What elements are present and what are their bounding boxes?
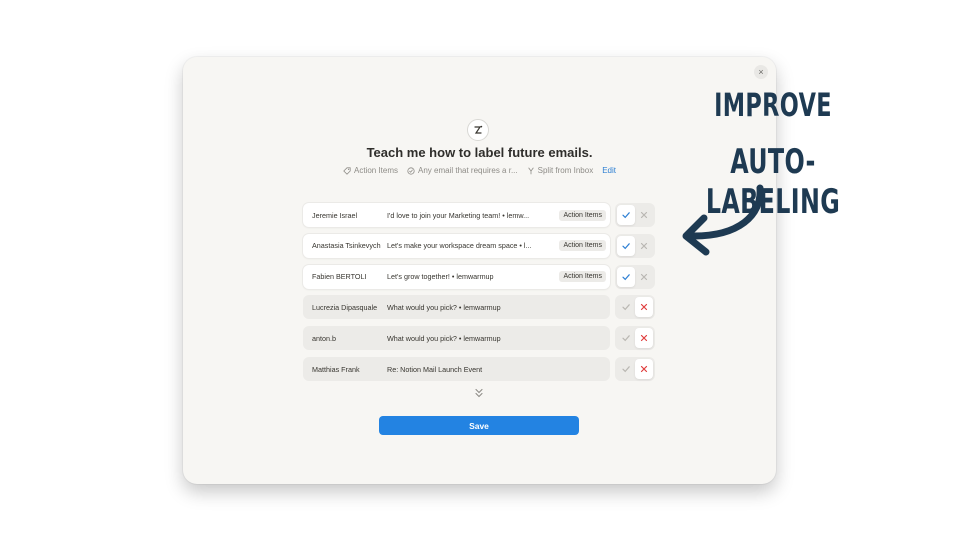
- email-sender: Jeremie Israel: [312, 210, 358, 220]
- tag-icon: [343, 166, 351, 175]
- email-row[interactable]: Jeremie Israel I'd love to join your Mark…: [303, 203, 610, 227]
- check-icon: [622, 366, 630, 373]
- split-icon: [527, 167, 534, 174]
- label-badge: Action Items: [559, 240, 606, 252]
- reject-button[interactable]: [635, 328, 653, 349]
- approve-button[interactable]: [617, 328, 635, 348]
- overlay-headline-line1: IMPROVE: [714, 86, 832, 124]
- check-icon: [622, 304, 630, 311]
- notion-mail-logo: [467, 119, 489, 141]
- email-row[interactable]: Fabien BERTOLI Let's grow together! • lem…: [303, 264, 610, 289]
- x-icon: [640, 242, 648, 249]
- x-icon: [640, 304, 648, 311]
- email-subject: I'd love to join your Marketing team! • …: [387, 210, 530, 220]
- x-icon: [640, 273, 648, 280]
- reject-button[interactable]: [635, 267, 653, 287]
- criteria-rule: Any email that requires a r...: [407, 166, 518, 175]
- email-subject: What would you pick? • lemwarmup: [387, 302, 501, 312]
- label-criteria: Action Items Any email that requires a r…: [183, 166, 776, 175]
- edit-criteria-link[interactable]: Edit: [602, 166, 616, 175]
- email-sender: Fabien BERTOLI: [312, 272, 367, 282]
- sparkle-check-icon: [407, 166, 415, 175]
- approve-button[interactable]: [617, 235, 635, 256]
- row-actions: [615, 326, 655, 351]
- check-icon: [622, 242, 630, 250]
- label-badge: Action Items: [559, 271, 606, 283]
- email-subject: What would you pick? • lemwarmup: [387, 333, 501, 343]
- criteria-split: Split from Inbox: [527, 166, 594, 175]
- row-actions: [615, 357, 655, 381]
- check-icon: [622, 273, 630, 280]
- x-icon: [640, 365, 648, 373]
- email-sender: Lucrezia Dipasquale: [312, 302, 378, 312]
- email-sender: Matthias Frank: [312, 364, 360, 374]
- email-subject: Let's make your workspace dream space • …: [387, 241, 532, 251]
- email-sender: Anastasia Tsinkevych: [312, 241, 381, 251]
- criteria-label: Action Items: [343, 166, 398, 175]
- email-subject: Let's grow together! • lemwarmup: [387, 272, 494, 282]
- check-icon: [622, 335, 630, 342]
- criteria-label-text: Action Items: [354, 166, 399, 175]
- email-sender: anton.b: [312, 333, 336, 343]
- modal-title: Teach me how to label future emails.: [366, 145, 593, 160]
- close-button[interactable]: ×: [754, 65, 768, 79]
- x-icon: [640, 211, 648, 219]
- reject-button[interactable]: [635, 359, 653, 379]
- approve-button[interactable]: [617, 266, 635, 287]
- approve-button[interactable]: [617, 297, 635, 317]
- criteria-rule-text: Any email that requires a r...: [418, 166, 518, 175]
- row-actions: [615, 203, 655, 227]
- mail-logo-icon: [474, 125, 483, 134]
- save-button[interactable]: Save: [379, 416, 579, 435]
- row-actions: [615, 233, 655, 258]
- reject-button[interactable]: [635, 236, 653, 256]
- x-icon: [640, 335, 648, 342]
- row-actions: [615, 264, 655, 289]
- email-row[interactable]: anton.b What would you pick? • lemwarmup: [303, 326, 610, 351]
- check-icon: [622, 212, 630, 219]
- close-icon: ×: [758, 67, 764, 77]
- reject-button[interactable]: [635, 205, 653, 225]
- show-more-chevron-icon[interactable]: [473, 387, 485, 399]
- approve-button[interactable]: [617, 205, 635, 225]
- row-actions: [615, 295, 655, 320]
- email-row[interactable]: Anastasia Tsinkevych Let's make your work…: [303, 233, 610, 258]
- label-badge: Action Items: [559, 209, 606, 221]
- email-row[interactable]: Lucrezia Dipasquale What would you pick? …: [303, 295, 610, 320]
- reject-button[interactable]: [635, 297, 653, 318]
- approve-button[interactable]: [617, 359, 635, 379]
- criteria-split-text: Split from Inbox: [537, 166, 594, 175]
- email-row[interactable]: Matthias Frank Re: Notion Mail Launch Eve…: [303, 357, 610, 381]
- label-training-modal: × Teach me how to label future emails. A…: [183, 57, 776, 484]
- curved-arrow-icon: [682, 184, 764, 256]
- email-subject: Re: Notion Mail Launch Event: [387, 364, 483, 374]
